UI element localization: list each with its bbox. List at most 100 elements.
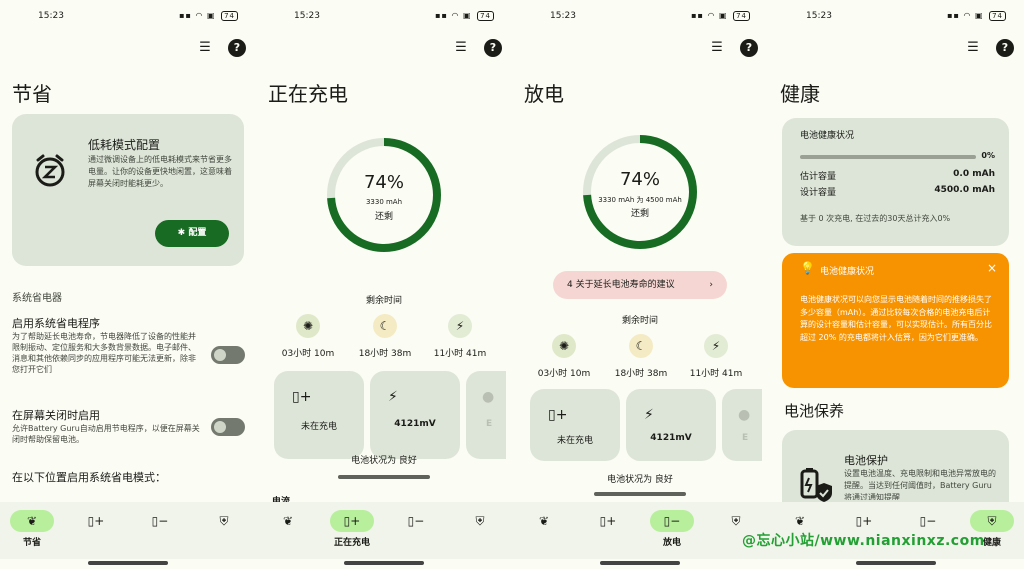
time-screen-on: 03小时 10m [537,369,591,379]
top-actions: ☰? [950,36,1014,58]
tile-charging-state: ▯+ 未在充电 [530,389,620,461]
status-time: 15:23 [806,11,832,21]
design-capacity-value: 4500.0 mAh [934,185,995,195]
time-idle: 18小时 38m [614,369,668,379]
gesture-bar [600,561,680,565]
remaining-time-title: 剩余时间 [365,296,402,306]
toggle-enable-saver[interactable] [211,346,245,364]
tune-icon[interactable]: ☰ [452,39,470,57]
gear-icon: ✱ [177,228,186,238]
tune-icon[interactable]: ☰ [196,39,214,57]
help-icon[interactable]: ? [228,39,246,57]
nav-charging[interactable]: ▯+ [74,510,118,554]
battery-plus-icon: ▯+ [87,514,105,528]
battery-plus-icon: ▯+ [599,514,617,528]
time-saver: 11小时 41m [689,369,743,379]
gesture-bar [88,561,168,565]
setting-title-screen-off: 在屏幕关闭时启用 [12,409,100,422]
bottom-nav: ❦ ▯+ ▯− 放电 ⛨ [512,502,768,559]
leaf-icon: ❦ [794,514,806,528]
nav-charging[interactable]: ▯+ 正在充电 [330,510,374,554]
battery-plus-icon: ▯+ [548,407,568,423]
status-time: 15:23 [550,11,576,21]
battery-plus-icon: ▯+ [292,389,312,405]
time-saver: 11小时 41m [433,349,487,359]
moon-icon: ☾ [373,314,397,338]
battery-plus-icon: ▯+ [855,514,873,528]
nav-discharge[interactable]: ▯− [138,510,182,554]
gesture-bar [856,561,936,565]
doze-config-card: 低耗模式配置 通过微调设备上的低电耗模式来节省更多电量。让你的设备更快地闲置，这… [12,114,244,266]
alarm-snooze-icon [35,154,65,187]
health-bar [800,155,976,159]
top-actions: ☰? [438,36,502,58]
battery-capacity: 3330 mAh [365,198,403,206]
status-bar: 15:23 ▪▪ ◠ ▣ 74 [768,6,1024,26]
battery-minus-icon: ▯− [919,514,937,528]
shield-plus-icon: ⛨ [475,514,485,528]
health-percent: 0% [981,151,995,160]
pager-indicator [594,492,686,496]
battery-protection-card[interactable]: 电池保护 设置电池温度、充电限制和电池异常放电的提醒。当达到任何阈值时，Batt… [782,430,1009,505]
chevron-right-icon: › [709,280,713,290]
status-icons: ▪▪ ◠ ▣ 74 [179,11,238,21]
gesture-bar [344,561,424,565]
remaining-label: 还剩 [374,212,393,222]
nav-health[interactable]: ⛨ [458,510,502,554]
help-icon[interactable]: ? [484,39,502,57]
tune-icon[interactable]: ☰ [708,39,726,57]
lightbulb-icon: 💡 [800,261,815,275]
bottom-nav: ❦ ▯+ 正在充电 ▯− ⛨ [256,502,512,559]
bolt-icon: ⚡ [644,407,654,423]
battery-ring: 74% 3330 mAh 还剩 [325,136,443,254]
remaining-time-title: 剩余时间 [621,316,658,326]
doze-card-desc: 通过微调设备上的低电耗模式来节省更多电量。让你的设备更快地闲置，这意味着屏幕关闭… [88,155,232,188]
moon-icon: ☾ [629,334,653,358]
sun-icon: ✺ [552,334,576,358]
screen-charging: 15:23 ▪▪ ◠ ▣ 74 ☰? 正在充电 74% 3330 mAh 还剩 … [256,0,512,569]
pager-indicator [338,475,430,479]
battery-ring-svg [327,138,441,252]
nav-save[interactable]: ❦ 节省 [10,510,54,554]
screen-discharge: 15:23 ▪▪ ◠ ▣ 74 ☰? 放电 74% 3330 mAh 为 450… [512,0,768,569]
help-icon[interactable]: ? [996,39,1014,57]
tile-charging-state: ▯+ 未在充电 [274,371,364,459]
battery-saver-icon: ⚡ [704,334,728,358]
toggle-screen-off[interactable] [211,418,245,436]
section-header-care: 电池保养 [784,402,845,420]
advice-chip[interactable]: 4 关于延长电池寿命的建议 › [553,271,727,299]
nav-health[interactable]: ⛨ [202,510,246,554]
est-capacity-label: 估计容量 [800,172,837,182]
tile-partial: ● E [722,389,762,461]
configure-button[interactable]: ✱ 配置 [155,220,229,247]
nav-discharge[interactable]: ▯− [394,510,438,554]
nav-charging[interactable]: ▯+ [586,510,630,554]
page-title: 正在充电 [268,82,348,106]
status-bar: 15:23 ▪▪ ◠ ▣ 74 [0,6,256,26]
nav-discharge[interactable]: ▯− 放电 [650,510,694,554]
help-icon[interactable]: ? [740,39,758,57]
close-icon[interactable]: × [987,261,997,275]
status-bar: 15:23 ▪▪ ◠ ▣ 74 [256,6,512,26]
screen-health: 15:23 ▪▪ ◠ ▣ 74 ☰? 健康 电池健康状况 0% 估计容量 0.0… [768,0,1024,569]
tile-voltage-value: 4121mV [394,419,436,429]
tile-voltage-value: 4121mV [650,433,692,443]
screen-save: 15:23 ▪▪ ◠ ▣ 74 ☰? 节省 低耗模式配置 通过微调设备上的低电耗… [0,0,256,569]
battery-plus-icon: ▯+ [330,510,374,532]
battery-ring: 74% 3330 mAh 为 4500 mAh 还剩 [581,133,699,251]
watermark: @忘心小站/www.nianxinxz.com [742,533,985,549]
battery-minus-icon: ▯− [407,514,425,528]
nav-save[interactable]: ❦ [522,510,566,554]
tune-icon[interactable]: ☰ [964,39,982,57]
health-card-title: 电池健康状况 [800,131,855,141]
nav-save-label: 节省 [22,538,41,548]
setting-desc-enable-saver: 为了帮助延长电池寿命，节电器降低了设备的性能并限制振动、定位服务和大多数背景数据… [12,332,196,374]
health-info-card: 💡 电池健康状况 × 电池健康状况可以向您显示电池随着时间的推移损失了多少容量（… [782,253,1009,388]
battery-health-card: 电池健康状况 0% 估计容量 0.0 mAh 设计容量 4500.0 mAh 基… [782,118,1009,246]
nav-save[interactable]: ❦ [266,510,310,554]
top-actions: ☰? [694,36,758,58]
time-screen-on: 03小时 10m [281,349,335,359]
battery-badge: 74 [989,11,1006,21]
doze-card-title: 低耗模式配置 [88,138,161,152]
est-capacity-value: 0.0 mAh [953,169,995,179]
